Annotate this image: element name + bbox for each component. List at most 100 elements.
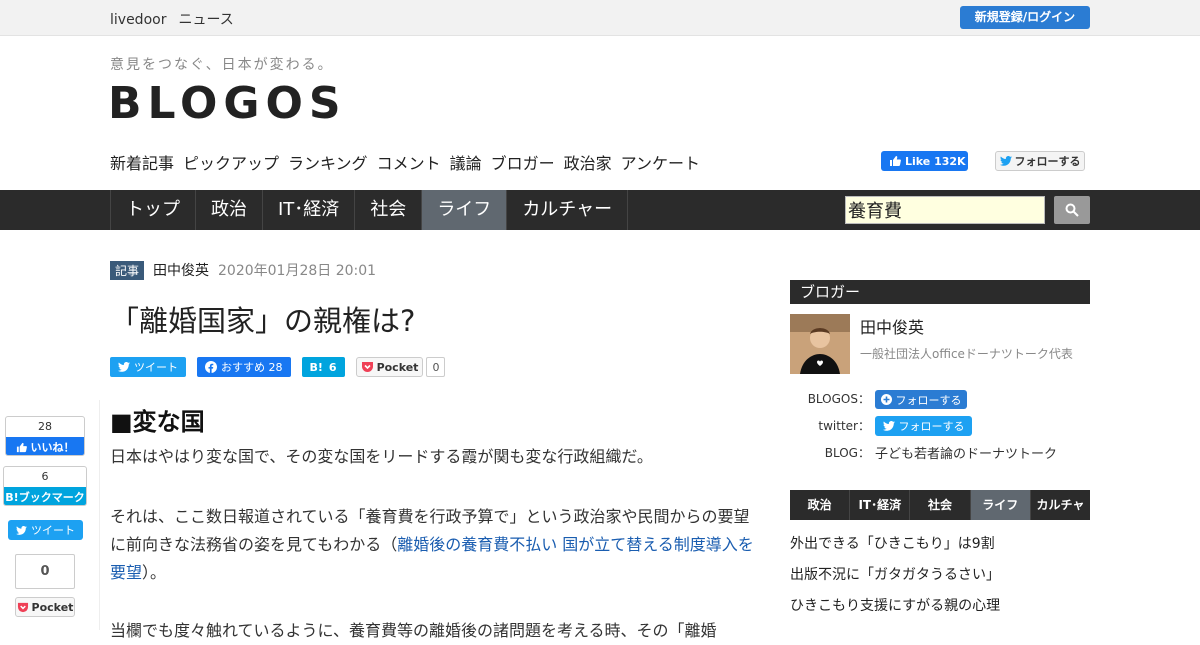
search-button[interactable] bbox=[1054, 196, 1090, 224]
pocket-label: Pocket bbox=[376, 360, 419, 374]
brand-livedoor[interactable]: livedoor bbox=[110, 12, 166, 28]
subnav-comments[interactable]: コメント bbox=[377, 150, 441, 174]
hatena-b-icon: B! bbox=[5, 490, 19, 504]
floating-facebook-count: 28 bbox=[38, 420, 52, 433]
login-button[interactable]: 新規登録/ログイン bbox=[960, 6, 1090, 29]
nav-it-economy[interactable]: IT･経済 bbox=[263, 190, 356, 230]
blogos-follow-label: BLOGOS： bbox=[807, 392, 870, 406]
sidebar-blogger-heading: ブロガー bbox=[790, 280, 1090, 304]
site-brand[interactable]: livedoor ニュース bbox=[110, 9, 246, 29]
article-author[interactable]: 田中俊英 bbox=[153, 260, 209, 280]
brand-news[interactable]: ニュース bbox=[178, 12, 233, 28]
hatena-b-icon: B! bbox=[309, 360, 323, 374]
plus-circle-icon bbox=[880, 394, 892, 405]
list-item[interactable]: ひきこもり支援にすがる親の心理 bbox=[790, 596, 1000, 627]
pocket-button[interactable]: Pocket bbox=[355, 357, 424, 377]
thumbs-up-icon bbox=[890, 156, 901, 166]
pocket-count: 0 bbox=[426, 357, 446, 377]
sidebar-twitter-follow-text: フォローする bbox=[898, 420, 965, 433]
twitter-follow-label: フォローする bbox=[1014, 155, 1081, 168]
facebook-icon bbox=[205, 361, 217, 373]
facebook-like-button[interactable]: Like 132K bbox=[881, 151, 968, 171]
nav-top[interactable]: トップ bbox=[110, 190, 196, 230]
floating-tweet-button[interactable]: ツイート bbox=[8, 520, 83, 540]
section-heading: ■変な国 bbox=[110, 408, 205, 436]
paragraph-2: それは、ここ数日報道されている「養育費を行政予算で」という政治家や民間からの要望… bbox=[110, 503, 755, 587]
share-bar: ツイート おすすめ 28 B! 6 Pocket 0 bbox=[110, 357, 446, 377]
floating-hatena-count: 6 bbox=[41, 470, 49, 483]
floating-pocket-label: Pocket bbox=[31, 600, 74, 614]
hatena-count: 6 bbox=[328, 360, 337, 374]
blogger-name[interactable]: 田中俊英 bbox=[860, 314, 924, 338]
facebook-recommend-label: おすすめ 28 bbox=[221, 361, 283, 374]
list-item-link[interactable]: 外出できる「ひきこもり」は9割 bbox=[790, 536, 995, 552]
top-bar: livedoor ニュース 新規登録/ログイン bbox=[0, 0, 1200, 36]
list-item-link[interactable]: 出版不況に「ガタガタうるさい」 bbox=[790, 567, 1000, 583]
search-icon bbox=[1065, 203, 1079, 217]
hatena-bookmark-button[interactable]: B! 6 bbox=[301, 357, 345, 377]
tagline: 意見をつなぐ、日本が変わる。 bbox=[110, 57, 334, 73]
twitter-bird-icon bbox=[16, 525, 27, 535]
twitter-follow-button[interactable]: フォローする bbox=[995, 151, 1085, 171]
subnav-discussion[interactable]: 議論 bbox=[450, 150, 482, 174]
list-item[interactable]: 外出できる「ひきこもり」は9割 bbox=[790, 534, 1000, 565]
twitter-bird-icon bbox=[999, 156, 1012, 166]
floating-pocket-count: 0 bbox=[15, 554, 75, 589]
floating-facebook-like[interactable]: 28 いいね！ bbox=[5, 416, 85, 456]
twitter-bird-icon bbox=[882, 421, 895, 431]
sidebar-tab-politics[interactable]: 政治 bbox=[790, 490, 851, 520]
floating-hatena-bookmark[interactable]: 6 B! ブックマーク bbox=[3, 466, 87, 506]
subnav-pickup[interactable]: ピックアップ bbox=[183, 150, 279, 174]
subnav-new-articles[interactable]: 新着記事 bbox=[110, 150, 174, 174]
floating-facebook-label: いいね！ bbox=[30, 441, 75, 454]
subnav-politicians[interactable]: 政治家 bbox=[564, 150, 612, 174]
subnav-survey[interactable]: アンケート bbox=[621, 150, 700, 174]
pocket-icon bbox=[361, 362, 373, 372]
floating-pocket-button[interactable]: Pocket bbox=[15, 597, 75, 617]
blog-label: BLOG： bbox=[824, 446, 870, 460]
floating-hatena-label-wrap[interactable]: B! ブックマーク bbox=[4, 487, 86, 505]
list-item-link[interactable]: ひきこもり支援にすがる親の心理 bbox=[790, 598, 1000, 614]
article-date: 2020年01月28日 20:01 bbox=[218, 263, 377, 279]
floating-hatena-label: ブックマーク bbox=[18, 491, 85, 504]
facebook-recommend-button[interactable]: おすすめ 28 bbox=[197, 357, 291, 377]
search-input[interactable] bbox=[845, 196, 1045, 224]
sidebar-twitter-follow-button[interactable]: フォローする bbox=[875, 416, 972, 436]
site-logo[interactable]: BLOGOS bbox=[108, 78, 347, 129]
nav-culture[interactable]: カルチャー bbox=[507, 190, 629, 230]
blogos-follow-button[interactable]: フォローする bbox=[875, 390, 967, 409]
sidebar-article-list: 外出できる「ひきこもり」は9割 出版不況に「ガタガタうるさい」 ひきこもり支援に… bbox=[790, 534, 1000, 627]
blogos-follow-text: フォローする bbox=[895, 393, 962, 407]
twitter-follow-label: twitter： bbox=[818, 419, 870, 433]
floating-tweet-label: ツイート bbox=[31, 524, 75, 537]
article-meta: 記事 田中俊英 2020年01月28日 20:01 bbox=[110, 260, 376, 280]
sidebar-tab-it-economy[interactable]: IT･経済 bbox=[850, 490, 911, 520]
pocket-share: Pocket 0 bbox=[355, 357, 446, 377]
article-tag: 記事 bbox=[110, 260, 145, 280]
tweet-button[interactable]: ツイート bbox=[110, 357, 186, 377]
sidebar-tab-society[interactable]: 社会 bbox=[910, 490, 971, 520]
blog-link[interactable]: 子ども若者論のドーナツトーク bbox=[875, 443, 1057, 462]
subnav-bloggers[interactable]: ブロガー bbox=[491, 150, 555, 174]
avatar-photo bbox=[790, 314, 850, 374]
sidebar-category-tabs: 政治 IT･経済 社会 ライフ カルチャー bbox=[790, 490, 1090, 542]
nav-life[interactable]: ライフ bbox=[422, 190, 508, 230]
paragraph-1: 日本はやはり変な国で、その変な国をリードする霞が関も変な行政組織だ。 bbox=[110, 447, 653, 466]
nav-society[interactable]: 社会 bbox=[355, 190, 423, 230]
blogger-avatar[interactable] bbox=[790, 314, 850, 374]
floating-facebook-label-wrap[interactable]: いいね！ bbox=[6, 437, 84, 455]
facebook-like-label: Like 132K bbox=[905, 154, 966, 168]
sidebar-tab-culture[interactable]: カルチャー bbox=[1031, 490, 1090, 542]
paragraph-2-tail: ）。 bbox=[142, 563, 167, 582]
sub-navigation: 新着記事 ピックアップ ランキング コメント 議論 ブロガー 政治家 アンケート bbox=[110, 150, 700, 174]
paragraph-3: 当欄でも度々触れているように、養育費等の離婚後の諸問題を考える時、その「離婚 bbox=[110, 621, 717, 640]
pocket-icon bbox=[17, 602, 28, 612]
subnav-ranking[interactable]: ランキング bbox=[288, 150, 368, 174]
floating-share-column: 28 いいね！ 6 B! ブックマーク ツイート 0 Pocket bbox=[0, 400, 100, 630]
blogger-organization: 一般社団法人officeドーナツトーク代表 bbox=[860, 347, 1073, 361]
article-title: 「離婚国家」の親権は? bbox=[110, 304, 416, 338]
list-item[interactable]: 出版不況に「ガタガタうるさい」 bbox=[790, 565, 1000, 596]
nav-politics[interactable]: 政治 bbox=[196, 190, 263, 230]
thumbs-up-icon bbox=[16, 442, 27, 452]
sidebar-tab-life[interactable]: ライフ bbox=[970, 490, 1031, 520]
